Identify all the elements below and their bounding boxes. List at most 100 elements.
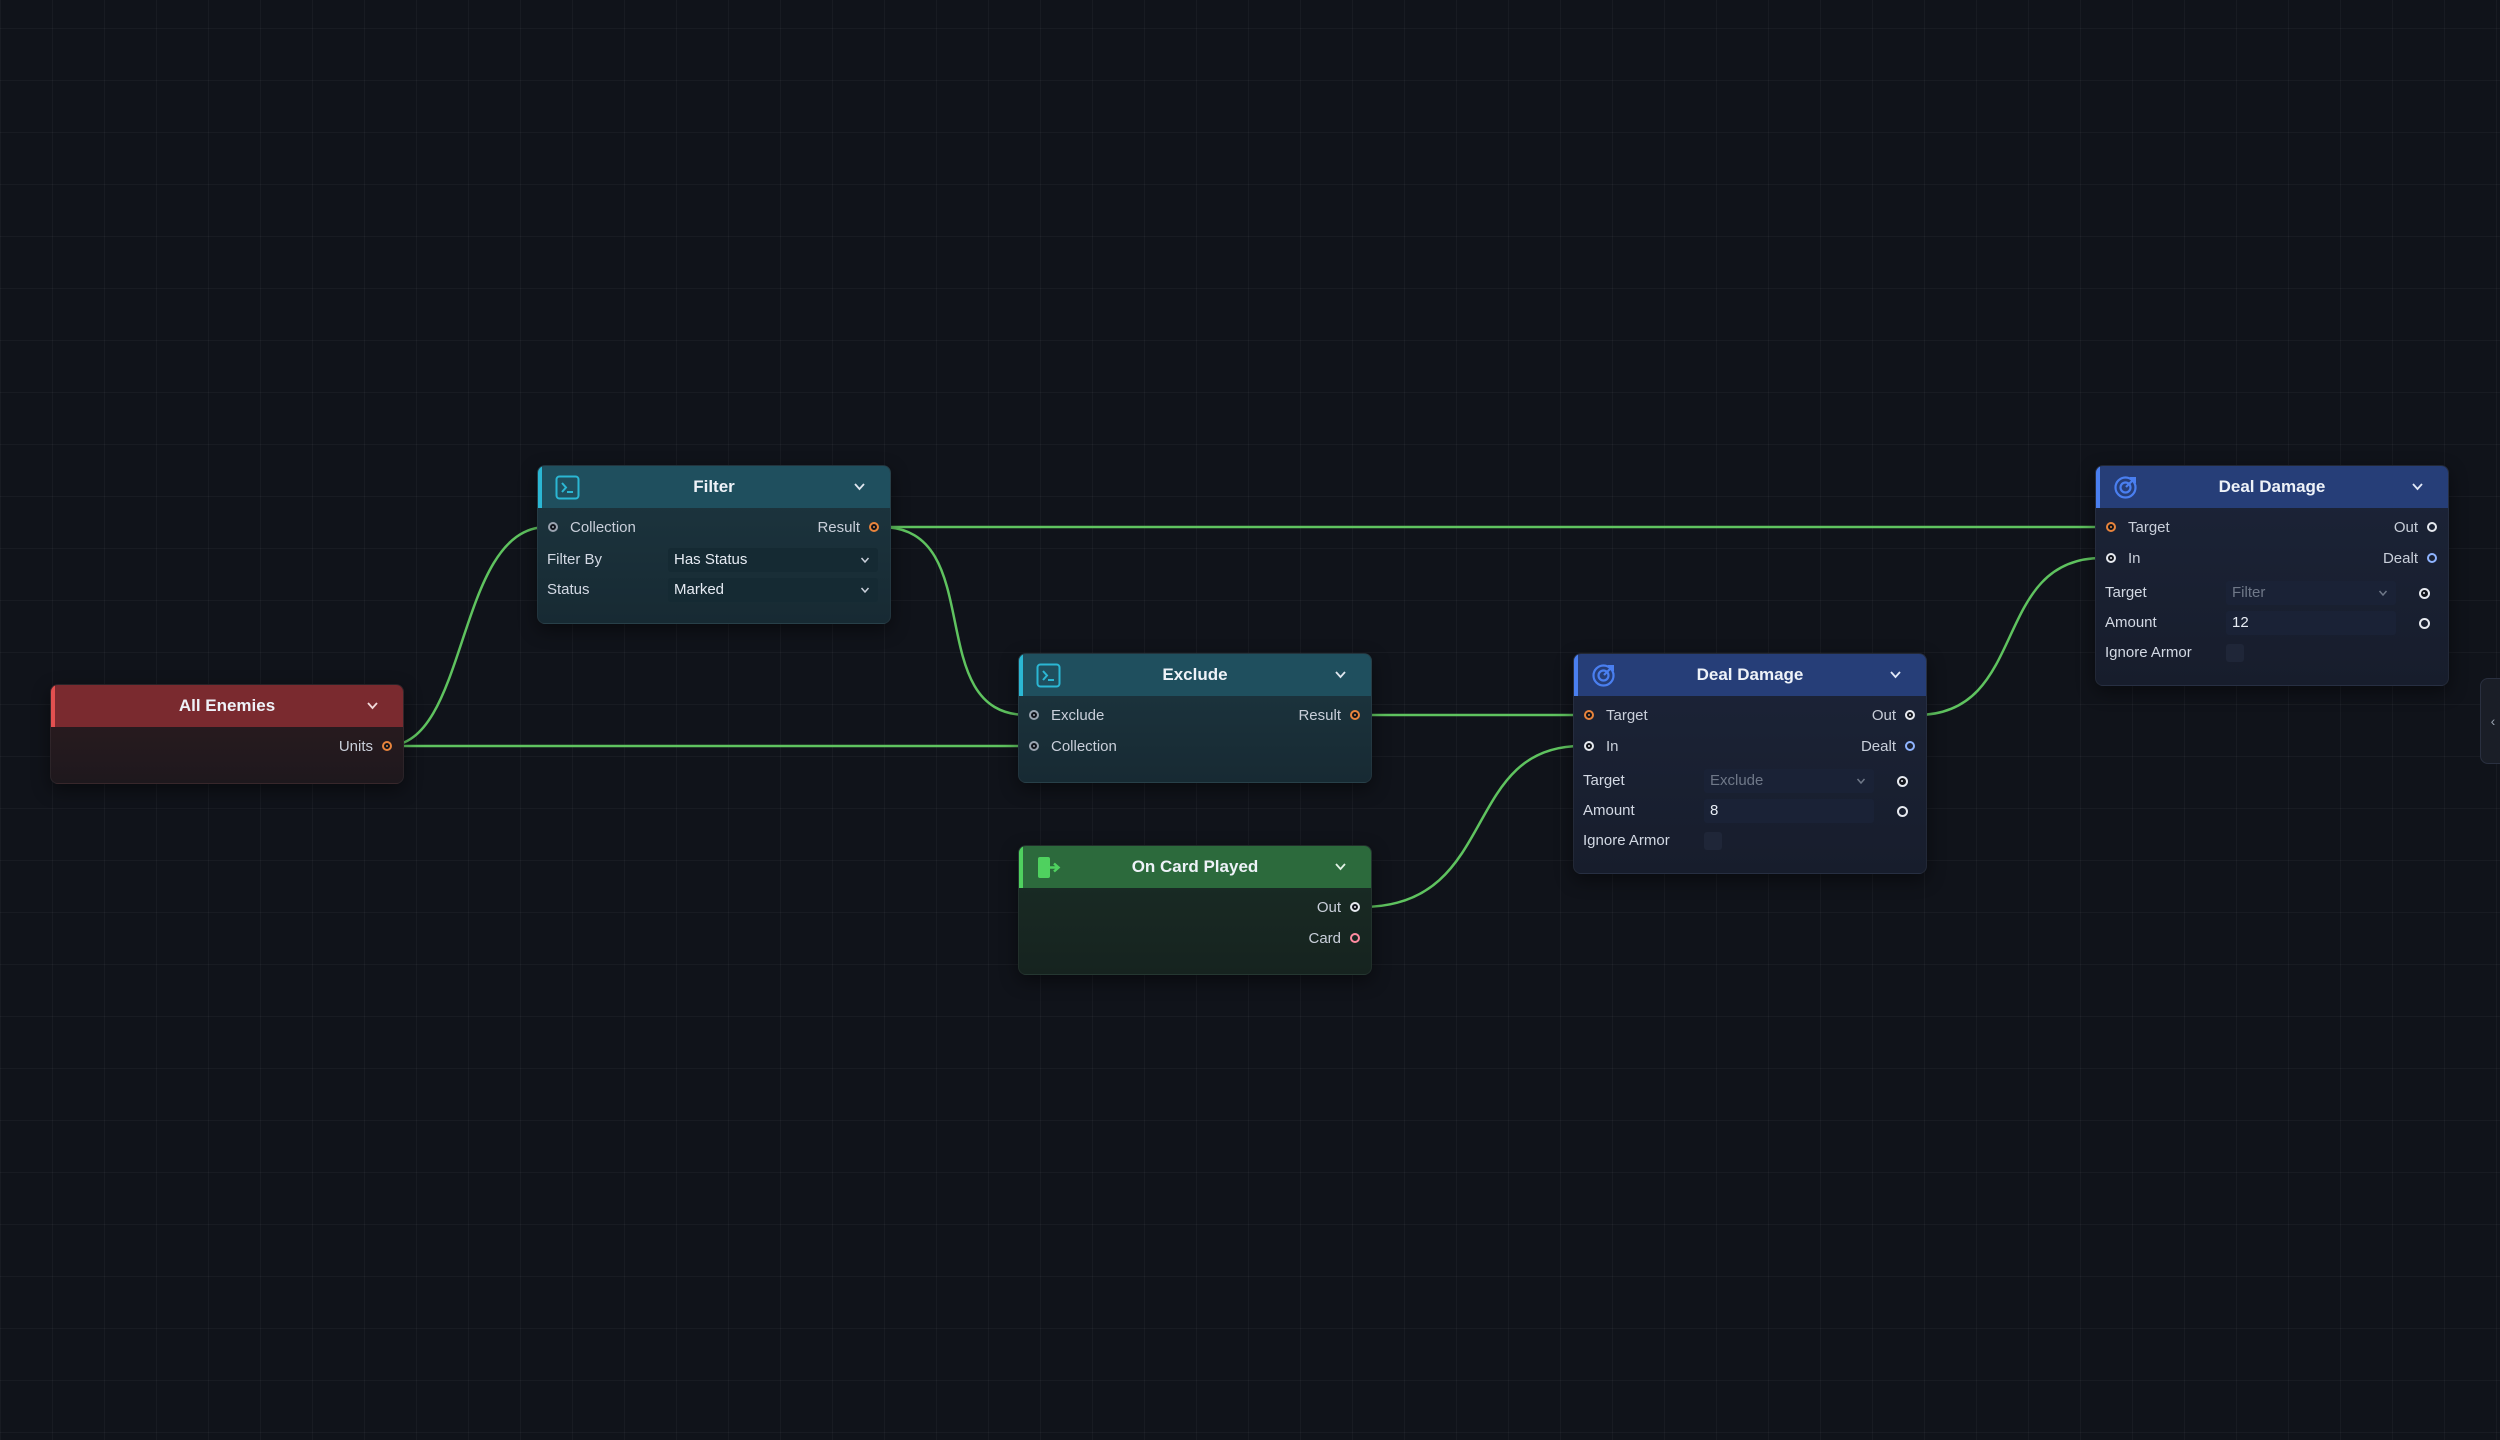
deal-damage-node-header[interactable]: Deal Damage [2096,466,2448,508]
input-port-in[interactable] [2106,553,2116,563]
chevron-down-icon[interactable] [1334,860,1347,873]
exclude-node[interactable]: Exclude Exclude Result Collection [1018,653,1372,783]
port-row: Target Out [1574,700,1926,731]
field-row: Amount 12 [2096,608,2448,638]
field-row: Amount 8 [1574,796,1926,826]
filter-node[interactable]: Filter Collection Result Filter By Has S… [537,465,891,624]
field-row: Ignore Armor [1574,826,1926,856]
output-port-dealt[interactable] [1905,741,1915,751]
wire-units-to-filter-collection[interactable] [386,525,548,748]
field-label: Target [2105,584,2147,601]
field-label: Amount [2105,614,2157,631]
amount-field-port[interactable] [2419,618,2430,629]
port-label: Out [2393,519,2418,536]
port-row: Units [51,731,403,762]
select-value: Filter [2232,584,2266,601]
port-label: Card [1308,930,1341,947]
target-select[interactable]: Exclude [1704,769,1874,793]
node-title: On Card Played [1131,857,1259,876]
input-port-target[interactable] [2106,522,2116,532]
field-row: Target Exclude [1574,766,1926,796]
output-port-result[interactable] [1350,710,1360,720]
field-label: Ignore Armor [2105,644,2192,661]
port-label: Dealt [2382,550,2418,567]
target-damage-icon [1592,664,1615,687]
amount-input[interactable]: 8 [1704,799,1874,823]
target-select[interactable]: Filter [2226,581,2396,605]
node-graph-canvas[interactable]: Filter Collection Result Filter By Has S… [0,0,2500,1440]
chevron-down-icon [860,587,870,594]
field-row: Filter By Has Status [538,545,890,575]
chevron-down-icon[interactable] [1334,668,1347,681]
field-row: Ignore Armor [2096,638,2448,668]
chevron-down-icon[interactable] [1889,668,1902,681]
field-row: Status Marked [538,575,890,605]
field-label: Status [547,581,590,598]
port-row: Card [1019,923,1371,954]
wire-deal-damage-1-out-to-deal-damage-2-in[interactable] [1916,556,2103,717]
target-field-port[interactable] [1897,776,1908,787]
exclude-node-header[interactable]: Exclude [1019,654,1371,696]
filter-by-select[interactable]: Has Status [668,548,878,572]
node-title: Filter [693,477,735,496]
port-label: Collection [570,519,636,536]
port-row: Target Out [2096,512,2448,543]
chevron-down-icon[interactable] [853,480,866,493]
ignore-armor-checkbox[interactable] [1704,832,1722,850]
select-value: Exclude [1710,772,1764,789]
output-port-out[interactable] [1905,710,1915,720]
on-card-played-node[interactable]: On Card Played Out Card [1018,845,1372,975]
field-label: Target [1583,772,1625,789]
port-label: In [1606,738,1619,755]
input-port-collection[interactable] [548,522,558,532]
chevron-down-icon[interactable] [366,699,379,712]
function-icon [1036,663,1061,688]
input-port-exclude[interactable] [1029,710,1039,720]
wire-card-played-to-deal-damage-1-in[interactable] [1361,744,1582,909]
port-label: Exclude [1051,707,1105,724]
amount-field-port[interactable] [1897,806,1908,817]
output-port-out[interactable] [1350,902,1360,912]
port-label: Target [2128,519,2170,536]
port-row: In Dealt [2096,543,2448,574]
port-label: Out [1871,707,1896,724]
input-value: 8 [1710,802,1719,819]
output-port-out[interactable] [2427,522,2437,532]
output-port-units[interactable] [382,741,392,751]
input-port-in[interactable] [1584,741,1594,751]
amount-input[interactable]: 12 [2226,611,2396,635]
node-title: Exclude [1162,665,1228,684]
input-value: 12 [2232,614,2249,631]
field-label: Ignore Armor [1583,832,1670,849]
on-card-played-node-header[interactable]: On Card Played [1019,846,1371,888]
port-row: In Dealt [1574,731,1926,762]
filter-node-header[interactable]: Filter [538,466,890,508]
side-panel-toggle[interactable]: ‹ [2480,678,2500,764]
deal-damage-node[interactable]: Deal Damage Target Out In Dealt Target [2095,465,2449,686]
chevron-down-icon [1856,778,1866,785]
output-port-result[interactable] [869,522,879,532]
port-row: Collection Result [538,512,890,543]
port-label: In [2128,550,2141,567]
target-field-port[interactable] [2419,588,2430,599]
input-port-collection[interactable] [1029,741,1039,751]
node-title: Deal Damage [2218,477,2326,496]
port-label: Out [1316,899,1341,916]
output-port-dealt[interactable] [2427,553,2437,563]
deal-damage-node[interactable]: Deal Damage Target Out In Dealt Target [1573,653,1927,874]
field-row: Target Filter [2096,578,2448,608]
select-value: Has Status [674,551,748,568]
output-port-card[interactable] [1350,933,1360,943]
target-damage-icon [2114,476,2137,499]
ignore-armor-checkbox[interactable] [2226,644,2244,662]
deal-damage-node-header[interactable]: Deal Damage [1574,654,1926,696]
input-port-target[interactable] [1584,710,1594,720]
wire-filter-result-to-exclude[interactable] [880,525,1028,717]
node-title: All Enemies [178,696,276,715]
chevron-down-icon[interactable] [2411,480,2424,493]
status-select[interactable]: Marked [668,578,878,602]
chevron-left-icon: ‹ [2490,713,2496,729]
all-enemies-node[interactable]: All Enemies Units [50,684,404,784]
all-enemies-node-header[interactable]: All Enemies [51,685,403,727]
node-title: Deal Damage [1696,665,1804,684]
